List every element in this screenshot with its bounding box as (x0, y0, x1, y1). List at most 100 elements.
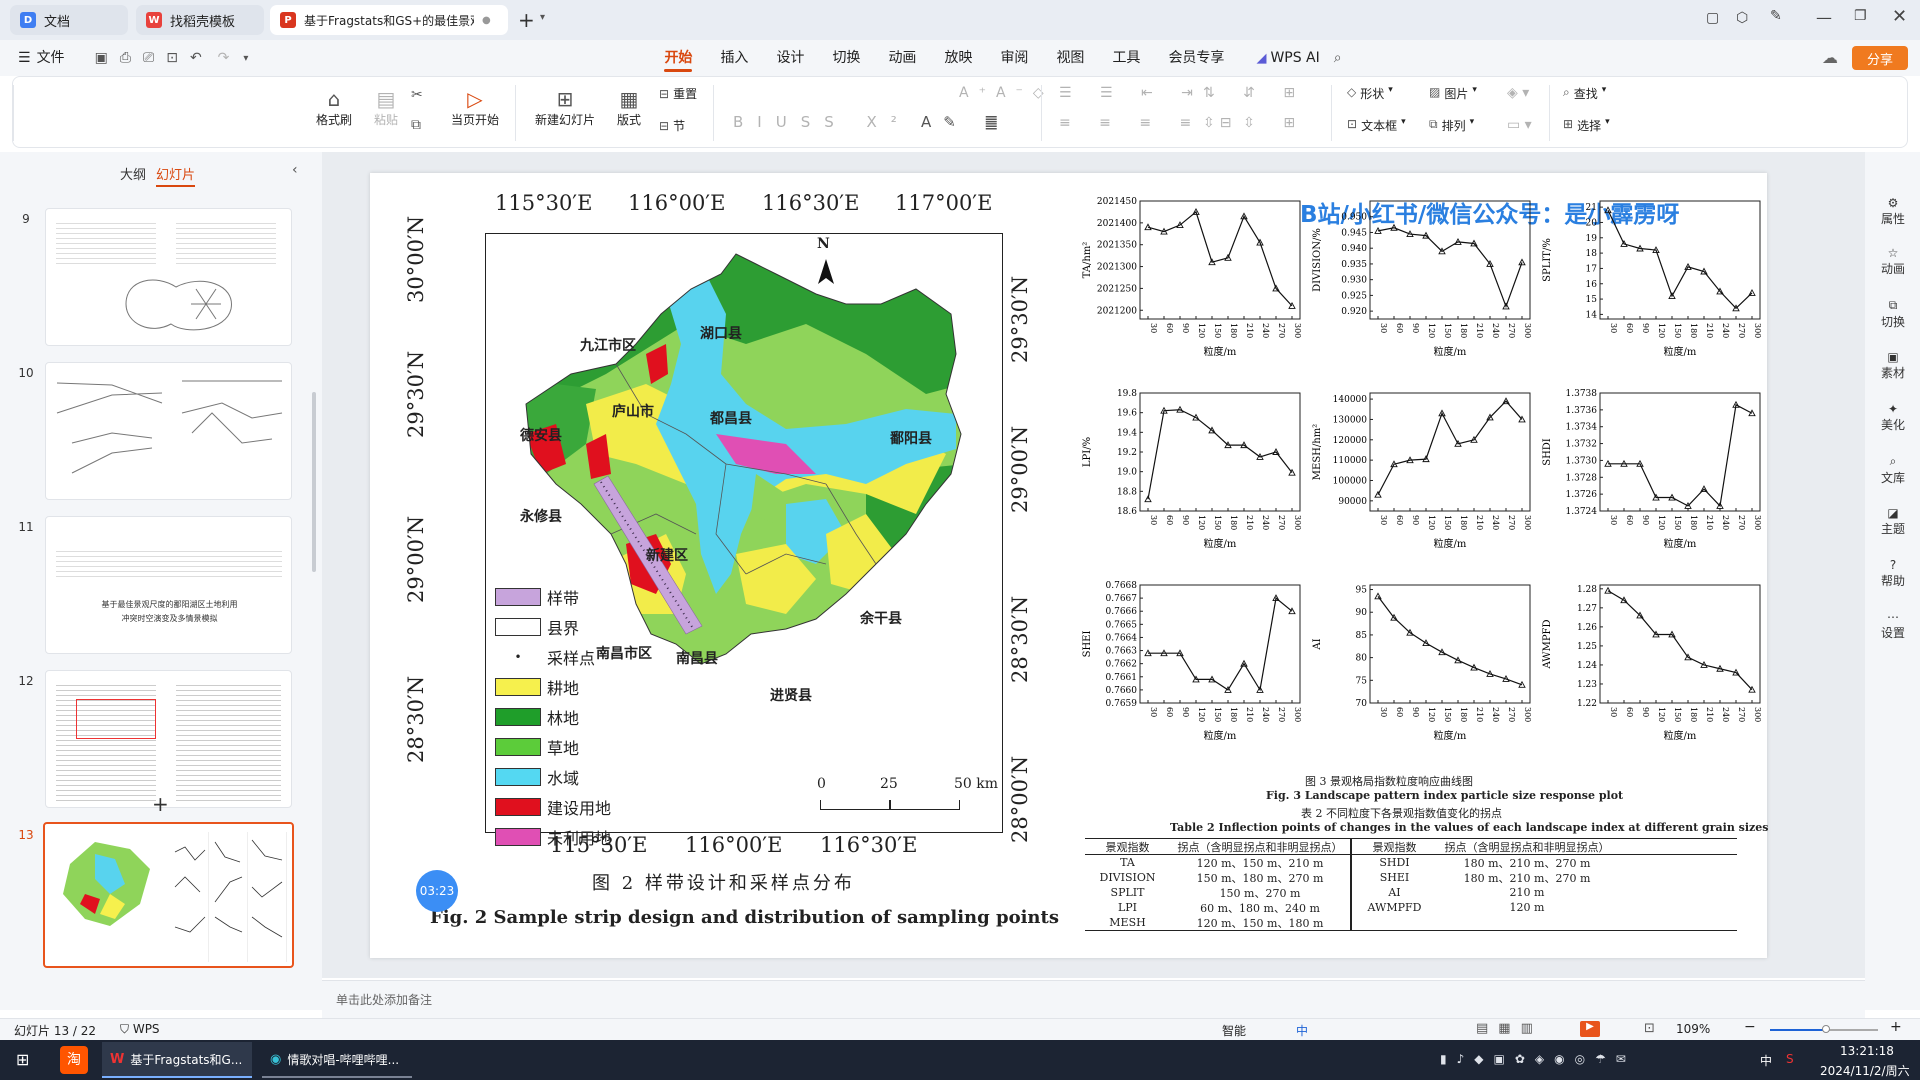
section-button[interactable]: ⊟ 节 (659, 117, 685, 134)
tab-outline[interactable]: 大纲 (120, 164, 146, 183)
thumbnail-scrollbar[interactable] (312, 392, 316, 572)
share-button[interactable]: 分享 (1852, 46, 1908, 70)
menu-animation[interactable]: 动画 (874, 40, 930, 76)
close-icon[interactable]: ✕ (1892, 6, 1907, 27)
sidebar-animation[interactable]: ☆ 动画 (1868, 246, 1918, 277)
save-icon[interactable]: ▣ (95, 50, 108, 66)
slide-thumbnail-9[interactable] (45, 208, 292, 346)
collapse-panel-icon[interactable]: ‹ (292, 162, 298, 178)
taobao-icon[interactable]: 淘 (60, 1046, 88, 1074)
fit-icon[interactable]: ⊡ (1644, 1021, 1655, 1036)
unsaved-dot-icon[interactable]: ● (482, 15, 491, 26)
view-mode-icons[interactable]: ▤▦▥ (1476, 1021, 1543, 1036)
paste-button[interactable]: ▤ 粘贴 (363, 87, 409, 128)
picture-button[interactable]: ▨ 图片 ▾ (1429, 85, 1477, 102)
menu-review[interactable]: 审阅 (986, 40, 1042, 76)
select-button[interactable]: ⊞ 选择 ▾ (1563, 117, 1610, 134)
sidebar-theme[interactable]: ◪ 主题 (1868, 506, 1918, 537)
redo-icon[interactable]: ↷ (218, 50, 230, 66)
tray-wps-icon[interactable]: S (1786, 1052, 1794, 1066)
menu-design[interactable]: 设计 (762, 40, 818, 76)
clock-time[interactable]: 13:21:18 (1840, 1044, 1894, 1058)
list-buttons[interactable]: ☰ ☰ ⇤ ⇥ (1059, 85, 1205, 101)
cut-icon[interactable]: ✂ (411, 87, 423, 103)
text-direction-buttons[interactable]: ⇅ ⇵ ⊞ (1203, 85, 1307, 101)
arrange-button[interactable]: ⧉ 排列 ▾ (1429, 117, 1474, 134)
taskbar-app-edge[interactable]: ◉ 情歌对唱-哔哩哔哩... (262, 1042, 412, 1078)
zoom-in-icon[interactable]: + (1890, 1019, 1902, 1035)
pen-icon[interactable]: ✎ (1770, 8, 1782, 24)
spacing-buttons[interactable]: ⇳ ⇳ ⊞ (1203, 115, 1307, 131)
textbox-button[interactable]: ⊡ 文本框 ▾ (1347, 117, 1406, 134)
notes-area[interactable]: 单击此处添加备注 (322, 980, 1865, 1018)
undo-icon[interactable]: ↶ (190, 50, 202, 66)
font-style-buttons[interactable]: BIUSS X² (733, 113, 911, 131)
window-layout-icon[interactable]: ▢ (1706, 10, 1719, 26)
slide-thumbnail-13[interactable] (43, 822, 294, 968)
menu-member[interactable]: 会员专享 (1154, 40, 1238, 76)
font-color-buttons[interactable]: A✎ ䷀ (921, 113, 1010, 131)
font-size-buttons[interactable]: A⁺A⁻◇ (959, 85, 1054, 101)
menu-insert[interactable]: 插入 (706, 40, 762, 76)
ime-indicator[interactable]: 中 (1296, 1022, 1308, 1039)
slide[interactable]: 115°30′E 116°00′E 116°30′E 117°00′E 115°… (370, 173, 1768, 958)
sidebar-transition[interactable]: ⧉ 切换 (1868, 298, 1918, 330)
sidebar-help[interactable]: ? 帮助 (1868, 558, 1918, 589)
sidebar-properties[interactable]: ⚙ 属性 (1868, 196, 1918, 227)
copy-icon[interactable]: ⧉ (411, 117, 421, 133)
shape-button[interactable]: ◇ 形状 ▾ (1347, 85, 1393, 102)
menu-wps-ai[interactable]: WPS AI (1266, 40, 1333, 76)
taskbar-app-wps[interactable]: W 基于Fragstats和G... (102, 1042, 252, 1078)
hamburger-icon[interactable]: ☰ (18, 50, 31, 66)
new-tab-icon[interactable]: + (518, 8, 535, 32)
sidebar-beautify[interactable]: ✦ 美化 (1868, 402, 1918, 433)
outline-icon[interactable]: ▭ ▾ (1507, 117, 1532, 133)
slide-thumbnail-10[interactable] (45, 362, 292, 500)
new-slide-button[interactable]: ⊞ 新建幻灯片 (527, 87, 603, 128)
sidebar-library[interactable]: ⌕ 文库 (1868, 454, 1918, 486)
menu-tools[interactable]: 工具 (1098, 40, 1154, 76)
clock-date[interactable]: 2024/11/2/周六 (1820, 1062, 1910, 1079)
format-painter-button[interactable]: ⌂ 格式刷 (309, 87, 359, 128)
tray-icons[interactable]: ▮♪◆▣✿◈◉◎☂✉ (1440, 1052, 1636, 1066)
menu-file[interactable]: 文件 (31, 40, 79, 76)
layout-button[interactable]: ▦ 版式 (609, 87, 649, 128)
find-button[interactable]: ⌕ 查找 ▾ (1563, 85, 1606, 102)
windows-start-icon[interactable]: ⊞ (16, 1050, 29, 1069)
sidebar-settings[interactable]: ⋯ 设置 (1868, 610, 1918, 641)
add-slide-button[interactable]: + (152, 792, 169, 816)
legend-swatch (495, 738, 541, 756)
zoom-level[interactable]: 109% (1676, 1022, 1710, 1036)
recording-timer[interactable]: 03:23 (416, 870, 458, 912)
tray-language[interactable]: 中 (1760, 1052, 1772, 1069)
sidebar-materials[interactable]: ▣ 素材 (1868, 350, 1918, 381)
tab-slides[interactable]: 幻灯片 (156, 164, 196, 187)
print-icon[interactable]: ⎚ (143, 50, 154, 66)
slide-thumbnail-12[interactable] (45, 670, 292, 808)
cube-icon[interactable]: ⬡ (1736, 10, 1748, 26)
from-current-button[interactable]: ▷ 当页开始 (443, 87, 507, 128)
reset-button[interactable]: ⊟ 重置 (659, 85, 697, 102)
slideshow-play-icon[interactable]: ▶ (1580, 1021, 1600, 1037)
menu-slideshow[interactable]: 放映 (930, 40, 986, 76)
x-tick-label: 180 (1689, 515, 1698, 530)
slide-thumbnail-11[interactable]: 基于最佳景观尺度的鄱阳湖区土地利用 冲突时空演变及多情景模拟 (45, 516, 292, 654)
restore-icon[interactable]: ❐ (1854, 8, 1867, 24)
menu-home[interactable]: 开始 (650, 40, 706, 76)
tab-docs[interactable]: D 文档 (10, 5, 128, 35)
menu-transition[interactable]: 切换 (818, 40, 874, 76)
smart-status[interactable]: 智能 (1222, 1022, 1246, 1039)
zoom-out-icon[interactable]: − (1744, 1019, 1756, 1035)
wps-status[interactable]: ⛉ WPS (120, 1022, 160, 1037)
preview-icon[interactable]: ⊡ (166, 50, 178, 66)
tab-current-ppt[interactable]: P 基于Fragstats和GS+的最佳景观... ● (270, 5, 508, 35)
tab-templates[interactable]: W 找稻壳模板 (136, 5, 264, 35)
export-icon[interactable]: ⎙ (120, 50, 131, 66)
cloud-icon[interactable]: ☁ (1822, 48, 1838, 67)
menu-view[interactable]: 视图 (1042, 40, 1098, 76)
minimize-icon[interactable]: — (1816, 8, 1832, 27)
more-chevron-icon[interactable]: ▾ (243, 53, 248, 64)
fill-icon[interactable]: ◈ ▾ (1507, 85, 1529, 101)
search-icon[interactable]: ⌕ (1334, 50, 1342, 66)
chevron-down-icon[interactable]: ▾ (540, 12, 545, 23)
